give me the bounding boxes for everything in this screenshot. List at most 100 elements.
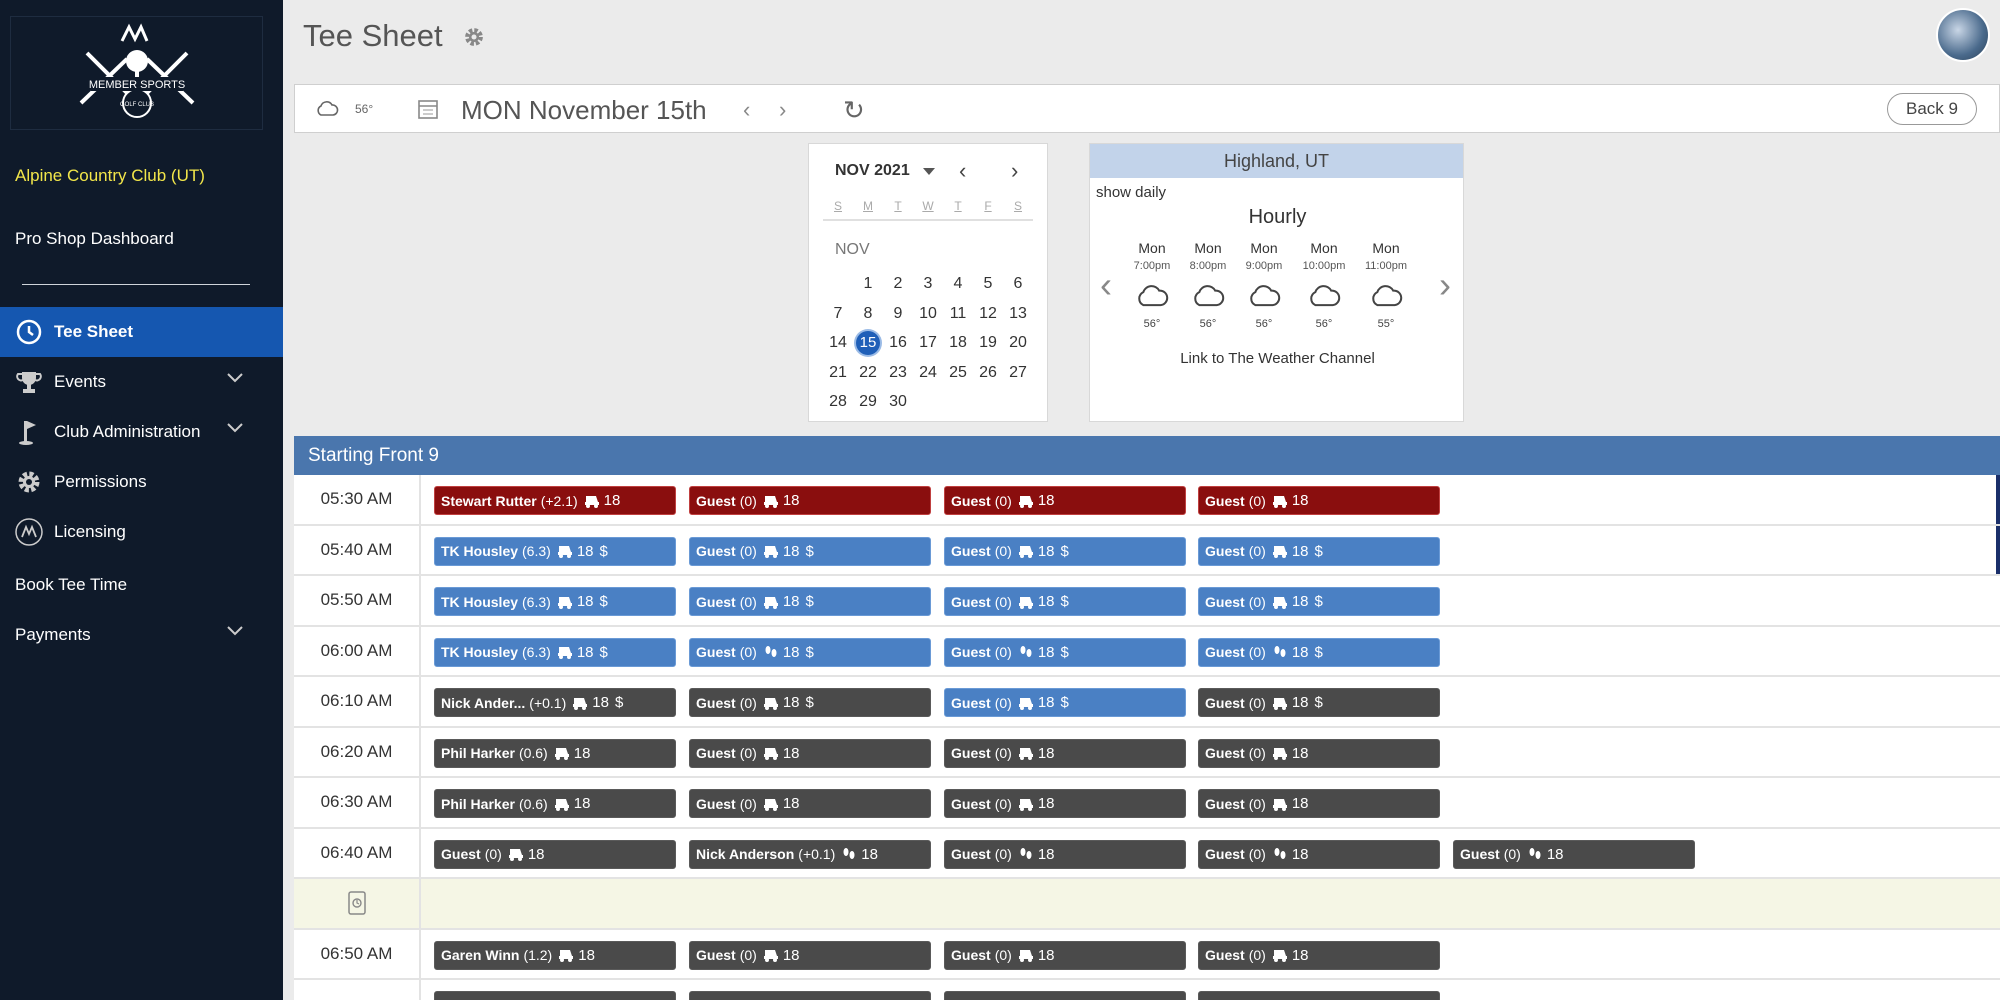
previous-day-button[interactable]: ‹ — [743, 97, 750, 123]
calendar-day[interactable]: 1 — [853, 269, 883, 299]
player-slot[interactable]: Guest (0) 18 — [689, 940, 931, 970]
calendar-month-select[interactable]: NOV 2021 — [835, 162, 910, 180]
calendar-day[interactable]: 26 — [973, 358, 1003, 388]
player-slot[interactable]: Guest (0) 18 — [689, 789, 931, 818]
player-slot[interactable]: Guest (0) 18 $ — [689, 637, 931, 667]
player-slot[interactable]: Guest (0) 18 $ — [1198, 637, 1440, 667]
player-slot[interactable] — [689, 991, 931, 1000]
weather-channel-link[interactable]: Link to The Weather Channel — [1090, 350, 1465, 367]
chevron-down-icon[interactable] — [227, 626, 243, 636]
player-slot[interactable]: Guest (0) 18 $ — [1198, 587, 1440, 616]
calendar-day[interactable]: 8 — [853, 299, 883, 329]
player-slot[interactable]: Guest (0) 18 — [1453, 839, 1695, 869]
calendar-day[interactable]: 5 — [973, 269, 1003, 299]
player-slot[interactable] — [1198, 991, 1440, 1000]
calendar-day[interactable]: 2 — [883, 269, 913, 299]
show-daily-link[interactable]: show daily — [1096, 184, 1166, 201]
sidebar-item-club-administration[interactable]: Club Administration — [0, 407, 283, 457]
calendar-day[interactable]: 22 — [853, 358, 883, 388]
calendar-next-month[interactable]: › — [1011, 158, 1018, 184]
chevron-down-icon[interactable] — [227, 373, 243, 383]
calendar-day[interactable]: 19 — [973, 328, 1003, 358]
calendar-day[interactable]: 15 — [853, 328, 883, 358]
player-slot[interactable]: Guest (0) 18 — [944, 940, 1186, 970]
calendar-day[interactable]: 7 — [823, 299, 853, 329]
calendar-day[interactable]: 29 — [853, 387, 883, 417]
sidebar-item-book-tee-time[interactable]: Book Tee Time — [0, 560, 283, 610]
calendar-day[interactable]: 12 — [973, 299, 1003, 329]
caret-down-icon[interactable] — [923, 168, 935, 175]
player-slot[interactable]: TK Housley (6.3) 18 $ — [434, 536, 676, 566]
player-slot[interactable]: Guest (0) 18 $ — [944, 587, 1186, 616]
player-slot[interactable]: Guest (0) 18 — [944, 486, 1186, 515]
sidebar-item-permissions[interactable]: Permissions — [0, 457, 283, 507]
player-slot[interactable]: Guest (0) 18 $ — [944, 688, 1186, 717]
player-slot[interactable]: Guest (0) 18 $ — [689, 536, 931, 566]
player-slot[interactable]: Guest (0) 18 — [1198, 738, 1440, 768]
player-slot[interactable]: Guest (0) 18 — [434, 839, 676, 869]
calendar-day[interactable]: 3 — [913, 269, 943, 299]
calendar-day[interactable]: 21 — [823, 358, 853, 388]
calendar-day[interactable]: 6 — [1003, 269, 1033, 299]
player-slot[interactable]: Nick Ander... (+0.1) 18 $ — [434, 688, 676, 717]
calendar-day[interactable]: 24 — [913, 358, 943, 388]
player-slot[interactable]: Guest (0) 18 $ — [944, 637, 1186, 667]
calendar-day[interactable]: 18 — [943, 328, 973, 358]
club-name[interactable]: Alpine Country Club (UT) — [15, 166, 205, 186]
player-slot[interactable]: Guest (0) 18 — [944, 738, 1186, 768]
calendar-day[interactable]: 28 — [823, 387, 853, 417]
player-slot[interactable] — [434, 991, 676, 1000]
player-slot[interactable]: Guest (0) 18 — [689, 486, 931, 515]
calendar-day[interactable]: 27 — [1003, 358, 1033, 388]
sidebar-item-tee-sheet[interactable]: Tee Sheet — [0, 307, 283, 357]
player-slot[interactable]: Guest (0) 18 $ — [944, 536, 1186, 566]
player-slot[interactable]: Stewart Rutter (+2.1) 18 — [434, 486, 676, 515]
player-slot[interactable]: Phil Harker (0.6) 18 — [434, 738, 676, 768]
player-slot[interactable]: Guest (0) 18 $ — [1198, 536, 1440, 566]
player-slot[interactable]: Guest (0) 18 — [944, 789, 1186, 818]
calendar-day[interactable]: 23 — [883, 358, 913, 388]
next-day-button[interactable]: › — [779, 97, 786, 123]
sidebar-item-licensing[interactable]: Licensing — [0, 507, 283, 557]
player-slot[interactable]: Guest (0) 18 — [1198, 486, 1440, 515]
calendar-icon[interactable] — [417, 98, 439, 120]
refresh-icon[interactable]: ↻ — [843, 95, 865, 126]
weather-next-button[interactable]: › — [1439, 264, 1451, 306]
player-slot[interactable]: Guest (0) 18 — [1198, 839, 1440, 869]
back-9-button[interactable]: Back 9 — [1887, 93, 1977, 125]
chevron-down-icon[interactable] — [227, 423, 243, 433]
sidebar-item-payments[interactable]: Payments — [0, 610, 283, 660]
player-slot[interactable]: Phil Harker (0.6) 18 — [434, 789, 676, 818]
player-slot[interactable]: TK Housley (6.3) 18 $ — [434, 637, 676, 667]
calendar-day[interactable]: 13 — [1003, 299, 1033, 329]
player-slot[interactable]: Guest (0) 18 — [1198, 940, 1440, 970]
calendar-day[interactable]: 11 — [943, 299, 973, 329]
avatar[interactable] — [1936, 8, 1990, 62]
calendar-day[interactable]: 4 — [943, 269, 973, 299]
calendar-day[interactable]: 30 — [883, 387, 913, 417]
player-slot[interactable]: Guest (0) 18 — [944, 839, 1186, 869]
player-slot[interactable]: Garen Winn (1.2) 18 — [434, 940, 676, 970]
calendar-day[interactable]: 17 — [913, 328, 943, 358]
player-slot[interactable]: Guest (0) 18 $ — [689, 587, 931, 616]
player-slot[interactable] — [944, 991, 1186, 1000]
calendar-day[interactable]: 10 — [913, 299, 943, 329]
current-date[interactable]: MON November 15th — [461, 95, 707, 126]
pro-shop-dashboard-link[interactable]: Pro Shop Dashboard — [15, 229, 174, 249]
player-slot[interactable]: Nick Anderson (+0.1) 18 — [689, 839, 931, 869]
settings-gear-icon[interactable] — [463, 26, 485, 48]
weather-prev-button[interactable]: ‹ — [1100, 264, 1112, 306]
player-slot[interactable]: Guest (0) 18 — [689, 738, 931, 768]
sidebar-item-events[interactable]: Events — [0, 357, 283, 407]
club-logo[interactable]: MEMBER SPORTS GOLF CLUB — [10, 16, 263, 130]
calendar-day[interactable]: 20 — [1003, 328, 1033, 358]
player-slot[interactable]: Guest (0) 18 $ — [689, 688, 931, 717]
player-slot[interactable]: TK Housley (6.3) 18 $ — [434, 587, 676, 616]
player-slot[interactable]: Guest (0) 18 $ — [1198, 688, 1440, 717]
calendar-prev-month[interactable]: ‹ — [959, 158, 966, 184]
calendar-day[interactable]: 9 — [883, 299, 913, 329]
player-slot[interactable]: Guest (0) 18 — [1198, 789, 1440, 818]
calendar-day[interactable]: 25 — [943, 358, 973, 388]
calendar-day[interactable]: 16 — [883, 328, 913, 358]
calendar-day[interactable]: 14 — [823, 328, 853, 358]
